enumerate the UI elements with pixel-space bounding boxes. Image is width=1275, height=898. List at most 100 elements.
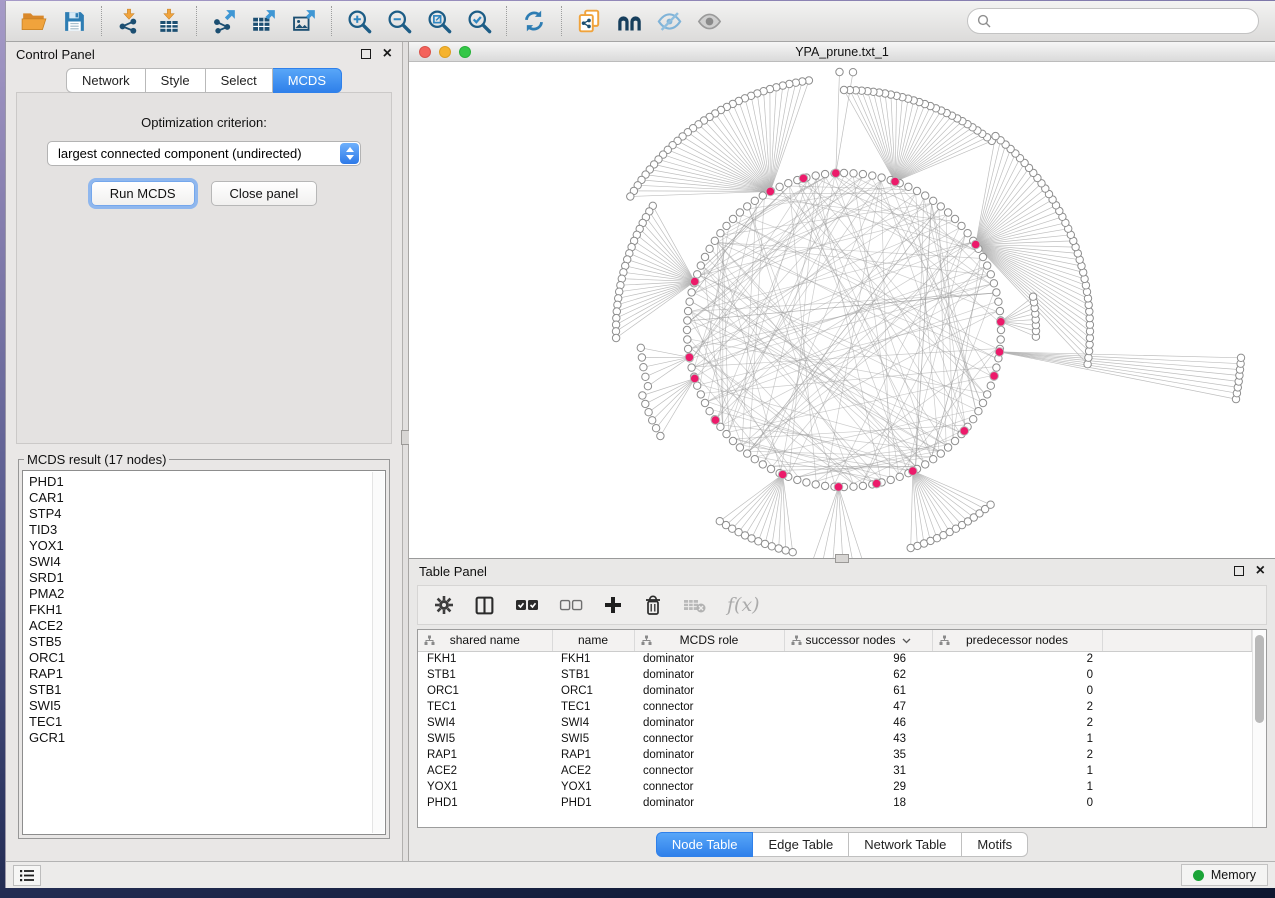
network-node[interactable] bbox=[1029, 293, 1036, 300]
table-row[interactable]: YOX1YOX1connector291 bbox=[418, 779, 1252, 795]
first-neighbors-button[interactable] bbox=[609, 4, 649, 38]
mcds-dominator-node[interactable] bbox=[711, 416, 720, 425]
mcds-dominator-node[interactable] bbox=[799, 174, 808, 183]
network-node[interactable] bbox=[684, 317, 691, 324]
open-file-button[interactable] bbox=[14, 4, 54, 38]
network-node[interactable] bbox=[958, 222, 965, 229]
select-all-rows-button[interactable] bbox=[515, 597, 539, 613]
network-node[interactable] bbox=[997, 326, 1004, 333]
network-node[interactable] bbox=[887, 476, 894, 483]
network-node[interactable] bbox=[836, 68, 843, 75]
network-node[interactable] bbox=[987, 271, 994, 278]
mcds-result-item[interactable]: SRD1 bbox=[29, 570, 372, 586]
table-row[interactable]: ORC1ORC1dominator610 bbox=[418, 683, 1252, 699]
column-header-shared-name[interactable]: shared name bbox=[418, 630, 552, 651]
network-node[interactable] bbox=[697, 262, 704, 269]
close-panel-button[interactable]: Close panel bbox=[211, 181, 318, 206]
mcds-result-item[interactable]: STP4 bbox=[29, 506, 372, 522]
network-node[interactable] bbox=[878, 174, 885, 181]
deselect-all-rows-button[interactable] bbox=[559, 597, 583, 613]
network-node[interactable] bbox=[759, 192, 766, 199]
network-node[interactable] bbox=[697, 391, 704, 398]
table-row[interactable]: RAP1RAP1dominator352 bbox=[418, 747, 1252, 763]
network-node[interactable] bbox=[744, 450, 751, 457]
mcds-result-item[interactable]: STB5 bbox=[29, 634, 372, 650]
network-node[interactable] bbox=[706, 245, 713, 252]
table-row[interactable]: PHD1PHD1dominator180 bbox=[418, 795, 1252, 811]
network-node[interactable] bbox=[922, 192, 929, 199]
network-node[interactable] bbox=[768, 543, 775, 550]
network-node[interactable] bbox=[652, 425, 659, 432]
network-node[interactable] bbox=[701, 399, 708, 406]
table-row[interactable]: SWI5SWI5connector431 bbox=[418, 731, 1252, 747]
mcds-dominator-node[interactable] bbox=[778, 470, 787, 479]
network-node[interactable] bbox=[640, 364, 647, 371]
export-network-button[interactable] bbox=[204, 4, 244, 38]
import-network-button[interactable] bbox=[109, 4, 149, 38]
mcds-dominator-node[interactable] bbox=[834, 483, 843, 492]
column-header-successor-nodes[interactable]: successor nodes bbox=[784, 630, 932, 651]
network-node[interactable] bbox=[993, 289, 1000, 296]
network-node[interactable] bbox=[736, 444, 743, 451]
network-node[interactable] bbox=[711, 237, 718, 244]
tab-edge-table[interactable]: Edge Table bbox=[753, 832, 849, 857]
mcds-result-item[interactable]: TEC1 bbox=[29, 714, 372, 730]
network-node[interactable] bbox=[639, 392, 646, 399]
network-node[interactable] bbox=[627, 193, 634, 200]
mcds-dominator-node[interactable] bbox=[990, 372, 999, 381]
maximize-window-icon[interactable] bbox=[459, 46, 471, 58]
table-row[interactable]: SWI4SWI4dominator462 bbox=[418, 715, 1252, 731]
network-node[interactable] bbox=[869, 172, 876, 179]
network-node[interactable] bbox=[975, 408, 982, 415]
network-node[interactable] bbox=[944, 444, 951, 451]
network-node[interactable] bbox=[930, 197, 937, 204]
table-row[interactable]: TEC1TEC1connector472 bbox=[418, 699, 1252, 715]
tab-network-table[interactable]: Network Table bbox=[849, 832, 962, 857]
network-node[interactable] bbox=[688, 364, 695, 371]
search-input[interactable] bbox=[997, 14, 1249, 29]
network-node[interactable] bbox=[642, 400, 649, 407]
mcds-dominator-node[interactable] bbox=[685, 353, 694, 362]
network-node[interactable] bbox=[987, 382, 994, 389]
network-node[interactable] bbox=[767, 465, 774, 472]
network-node[interactable] bbox=[979, 253, 986, 260]
import-table-button[interactable] bbox=[149, 4, 189, 38]
horizontal-splitter-grip[interactable] bbox=[835, 554, 849, 563]
mcds-result-item[interactable]: GCR1 bbox=[29, 730, 372, 746]
table-scrollbar[interactable] bbox=[1252, 630, 1266, 827]
close-panel-icon[interactable]: × bbox=[383, 49, 392, 59]
mcds-dominator-node[interactable] bbox=[872, 479, 881, 488]
zoom-fit-button[interactable] bbox=[419, 4, 459, 38]
network-node[interactable] bbox=[859, 482, 866, 489]
mcds-dominator-node[interactable] bbox=[690, 277, 699, 286]
network-node[interactable] bbox=[850, 483, 857, 490]
mcds-result-item[interactable]: CAR1 bbox=[29, 490, 372, 506]
mcds-result-item[interactable]: TID3 bbox=[29, 522, 372, 538]
network-node[interactable] bbox=[821, 482, 828, 489]
network-node[interactable] bbox=[993, 364, 1000, 371]
mcds-dominator-node[interactable] bbox=[832, 169, 841, 178]
search-field[interactable] bbox=[967, 8, 1259, 34]
network-node[interactable] bbox=[761, 540, 768, 547]
network-node[interactable] bbox=[775, 545, 782, 552]
network-node[interactable] bbox=[706, 408, 713, 415]
network-node[interactable] bbox=[785, 180, 792, 187]
network-node[interactable] bbox=[744, 203, 751, 210]
column-header-name[interactable]: name bbox=[552, 630, 634, 651]
save-session-button[interactable] bbox=[54, 4, 94, 38]
tab-select[interactable]: Select bbox=[206, 68, 273, 93]
network-node[interactable] bbox=[637, 344, 644, 351]
table-row[interactable]: FKH1FKH1dominator962 bbox=[418, 651, 1252, 667]
mcds-result-item[interactable]: PMA2 bbox=[29, 586, 372, 602]
mcds-dominator-node[interactable] bbox=[971, 240, 980, 249]
delete-column-button[interactable] bbox=[643, 595, 663, 616]
network-node[interactable] bbox=[642, 373, 649, 380]
network-node[interactable] bbox=[759, 461, 766, 468]
network-node[interactable] bbox=[937, 203, 944, 210]
network-node[interactable] bbox=[995, 298, 1002, 305]
export-image-button[interactable] bbox=[284, 4, 324, 38]
close-panel-icon[interactable]: × bbox=[1256, 566, 1265, 576]
mcds-dominator-node[interactable] bbox=[909, 467, 918, 476]
mcds-result-item[interactable]: ORC1 bbox=[29, 650, 372, 666]
network-node[interactable] bbox=[996, 307, 1003, 314]
